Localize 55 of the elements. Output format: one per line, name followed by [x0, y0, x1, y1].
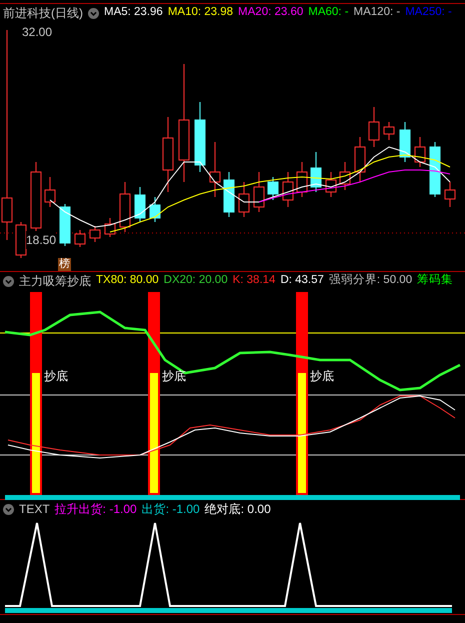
- candlestick: [310, 152, 322, 192]
- candlestick: [282, 172, 294, 208]
- candlestick: [104, 218, 116, 238]
- candlestick: [60, 204, 70, 246]
- indicator-value: 绝对底: 0.00: [204, 501, 271, 518]
- signal-label: 抄底: [44, 368, 68, 385]
- candlestick: [368, 106, 380, 148]
- candlestick: [430, 142, 440, 198]
- candlestick: [150, 196, 160, 222]
- indicator-value: DX20: 20.00: [164, 273, 228, 288]
- candlestick: [340, 162, 350, 190]
- candlestick: [354, 136, 366, 182]
- indicator-value: TX80: 80.00: [96, 273, 159, 288]
- candlestick: [400, 122, 410, 162]
- indicator-value: 出货: -1.00: [142, 501, 200, 518]
- candlestick: [16, 222, 26, 258]
- signal-label: 抄底: [162, 368, 186, 385]
- stock-title: 前进科技(日线): [3, 5, 83, 22]
- candlestick: [384, 122, 394, 140]
- candlestick: [224, 172, 234, 218]
- indicator-value: 拉升出货: -1.00: [54, 501, 137, 518]
- candlestick: [74, 230, 86, 248]
- candlestick: [44, 176, 56, 208]
- indicator-title: TEXT: [19, 501, 50, 518]
- candlestick: [210, 142, 220, 198]
- indicator-title: 主力吸筹抄底: [19, 273, 91, 290]
- candlestick: [326, 172, 336, 198]
- ma-value: MA120: -: [354, 5, 400, 20]
- dropdown-icon[interactable]: [3, 276, 14, 286]
- low-price-label: 18.50: [26, 231, 56, 249]
- candlestick: [194, 102, 206, 172]
- indicator-value: 筹码集: [417, 272, 454, 288]
- high-price-label: 32.00: [22, 24, 52, 41]
- candlestick: [30, 162, 42, 232]
- ma-value: MA10: 23.98: [168, 5, 234, 20]
- candlestick: [268, 176, 278, 200]
- candlestick: [134, 186, 146, 222]
- ma-value: MA250: -: [405, 5, 452, 20]
- indicator-value: 强弱分界: 50.00: [328, 272, 412, 288]
- ma-value: MA60: -: [308, 5, 349, 20]
- indicator-value: D: 43.57: [280, 273, 324, 288]
- ma-value: MA5: 23.96: [104, 5, 163, 20]
- candlestick: [414, 136, 426, 168]
- rank-badge[interactable]: 榜: [58, 258, 71, 271]
- dropdown-icon[interactable]: [3, 504, 14, 514]
- signal-label: 抄底: [310, 368, 334, 385]
- candlestick: [444, 182, 456, 208]
- candlestick: [120, 182, 130, 232]
- candlestick: [238, 182, 250, 218]
- ma-value: MA20: 23.60: [238, 5, 304, 20]
- candlestick: [90, 226, 100, 242]
- dropdown-icon[interactable]: [88, 8, 99, 18]
- candlestick: [254, 172, 264, 212]
- candlestick: [296, 162, 308, 198]
- indicator-value: K: 38.14: [232, 273, 276, 288]
